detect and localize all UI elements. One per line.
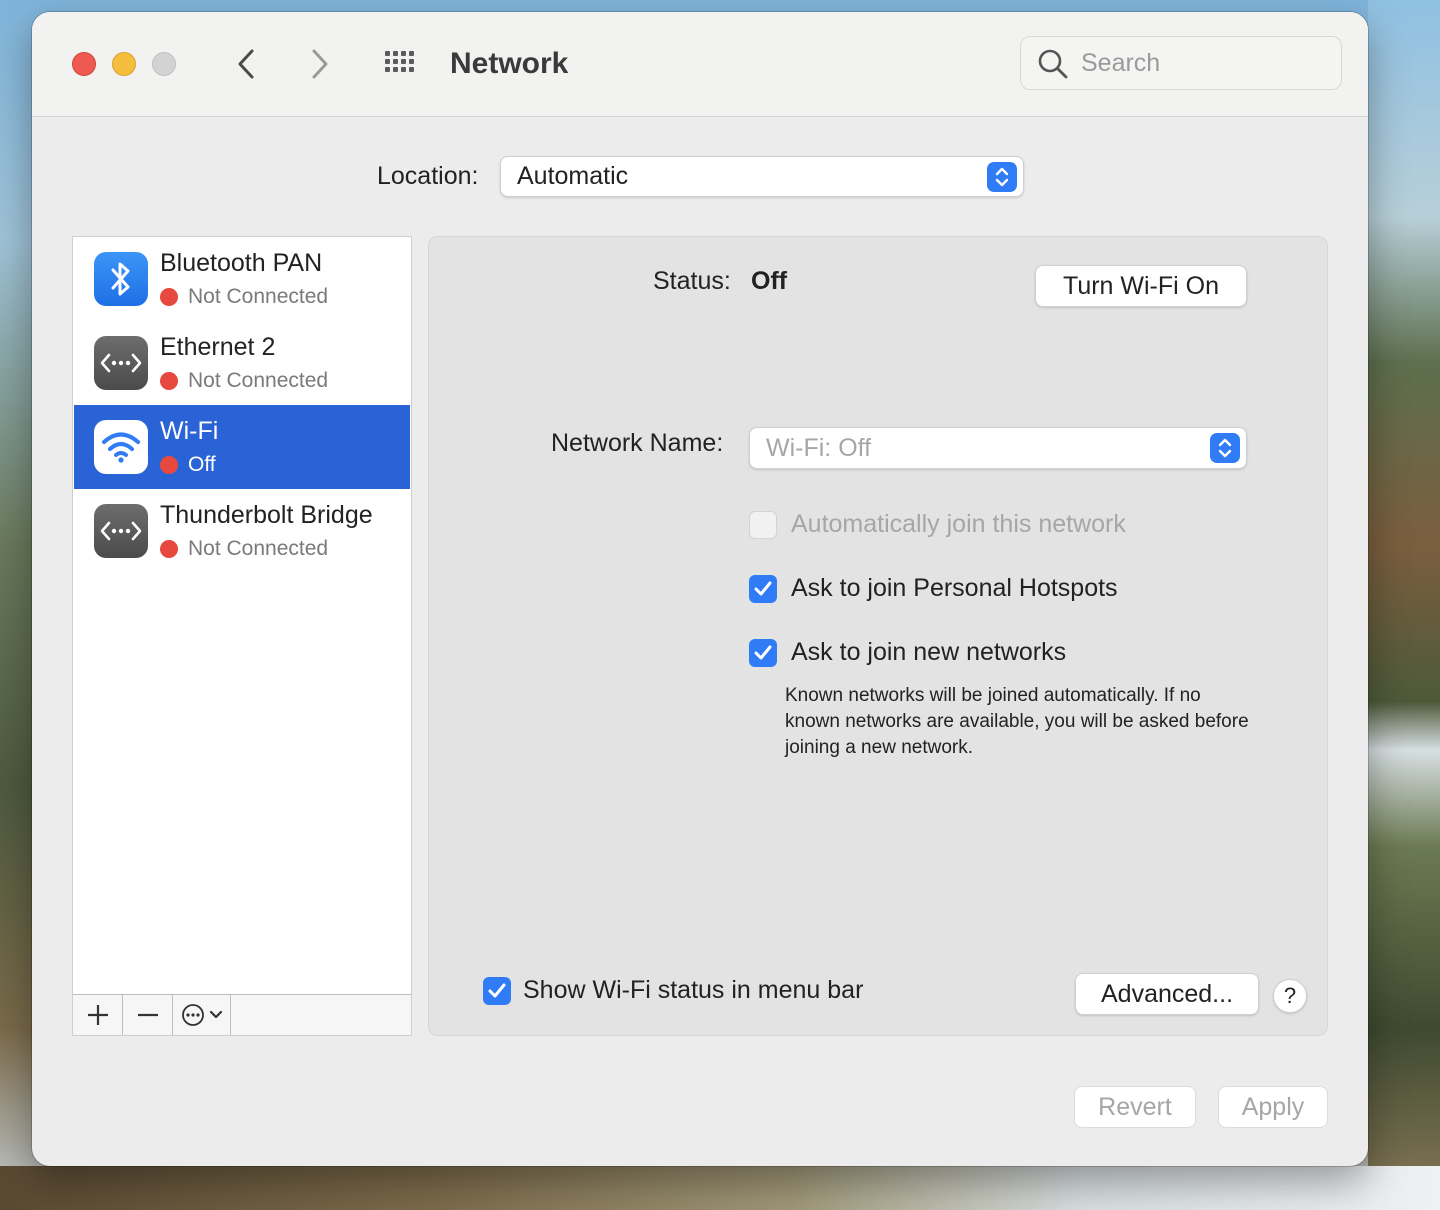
- turn-wifi-on-button[interactable]: Turn Wi-Fi On: [1035, 265, 1247, 307]
- chevron-left-icon: [238, 49, 254, 79]
- close-window-button[interactable]: [72, 52, 96, 76]
- search-field[interactable]: [1020, 36, 1342, 90]
- minimize-window-button[interactable]: [112, 52, 136, 76]
- advanced-button[interactable]: Advanced...: [1075, 973, 1259, 1015]
- network-preferences-window: Network Location: Automatic Blueto: [32, 12, 1368, 1166]
- zoom-window-button[interactable]: [152, 52, 176, 76]
- bluetooth-icon: [94, 252, 148, 306]
- remove-service-button[interactable]: [123, 995, 173, 1035]
- network-name-popup[interactable]: Wi-Fi: Off: [749, 427, 1247, 469]
- wifi-icon: [94, 420, 148, 474]
- checkmark-icon: [754, 581, 772, 596]
- service-status: Not Connected: [160, 369, 328, 393]
- ellipsis-circle-icon: [181, 1004, 204, 1026]
- service-item-ethernet-2[interactable]: Ethernet 2 Not Connected: [74, 321, 410, 405]
- status-red-dot-icon: [160, 540, 178, 558]
- service-status: Not Connected: [160, 285, 328, 309]
- status-red-dot-icon: [160, 456, 178, 474]
- desktop-wallpaper-right: [1368, 0, 1440, 1210]
- ask-join-hotspots-label: Ask to join Personal Hotspots: [791, 574, 1118, 602]
- service-name: Bluetooth PAN: [160, 249, 323, 277]
- popup-stepper-icon: [987, 162, 1017, 192]
- forward-button[interactable]: [298, 42, 342, 86]
- ask-join-help-text: Known networks will be joined automatica…: [785, 685, 1249, 758]
- service-status: Not Connected: [160, 537, 328, 561]
- search-icon: [1038, 49, 1068, 79]
- help-button[interactable]: ?: [1273, 979, 1307, 1013]
- status-red-dot-icon: [160, 288, 178, 306]
- plus-icon: [87, 1005, 108, 1025]
- chevron-down-icon: [209, 1010, 222, 1019]
- service-name: Wi-Fi: [160, 417, 219, 445]
- search-input[interactable]: [1081, 45, 1321, 81]
- ask-join-new-networks-label: Ask to join new networks: [791, 638, 1067, 666]
- status-label: Status:: [653, 267, 731, 295]
- service-item-bluetooth-pan[interactable]: Bluetooth PAN Not Connected: [74, 237, 410, 321]
- service-status: Off: [160, 453, 216, 477]
- service-list-toolbar: [73, 994, 411, 1035]
- show-all-grid-icon[interactable]: [382, 48, 422, 80]
- service-item-thunderbolt-bridge[interactable]: Thunderbolt Bridge Not Connected: [74, 489, 410, 573]
- chevron-right-icon: [312, 49, 328, 79]
- service-name: Thunderbolt Bridge: [160, 501, 373, 529]
- window-toolbar: Network: [32, 12, 1368, 117]
- location-value: Automatic: [517, 162, 629, 190]
- checkmark-icon: [488, 983, 506, 998]
- wifi-detail-panel: Status: Off Turn Wi-Fi On Network Name: …: [428, 236, 1328, 1036]
- show-wifi-status-label: Show Wi-Fi status in menu bar: [523, 976, 864, 1004]
- service-actions-menu-button[interactable]: [173, 995, 231, 1035]
- popup-stepper-icon: [1210, 433, 1240, 463]
- location-popup[interactable]: Automatic: [500, 156, 1024, 197]
- ask-join-new-networks-checkbox[interactable]: [749, 639, 777, 667]
- auto-join-label: Automatically join this network: [791, 510, 1126, 538]
- network-name-value: Wi-Fi: Off: [766, 433, 872, 462]
- network-name-label: Network Name:: [551, 429, 724, 457]
- service-item-wifi[interactable]: Wi-Fi Off: [74, 405, 410, 489]
- ethernet-icon: [94, 336, 148, 390]
- service-name: Ethernet 2: [160, 333, 276, 361]
- ethernet-icon: [94, 504, 148, 558]
- network-service-list: Bluetooth PAN Not Connected Ethernet 2 N…: [72, 236, 412, 1036]
- show-wifi-status-checkbox[interactable]: [483, 977, 511, 1005]
- minus-icon: [137, 1013, 158, 1017]
- status-red-dot-icon: [160, 372, 178, 390]
- revert-button[interactable]: Revert: [1074, 1086, 1196, 1128]
- location-label: Location:: [377, 162, 479, 190]
- add-service-button[interactable]: [73, 995, 123, 1035]
- desktop-wallpaper-bottom: [0, 1166, 1440, 1210]
- status-value: Off: [751, 267, 788, 295]
- ask-join-hotspots-checkbox[interactable]: [749, 575, 777, 603]
- window-title: Network: [450, 47, 569, 80]
- apply-button[interactable]: Apply: [1218, 1086, 1328, 1128]
- auto-join-checkbox[interactable]: [749, 511, 777, 539]
- checkmark-icon: [754, 645, 772, 660]
- back-button[interactable]: [224, 42, 268, 86]
